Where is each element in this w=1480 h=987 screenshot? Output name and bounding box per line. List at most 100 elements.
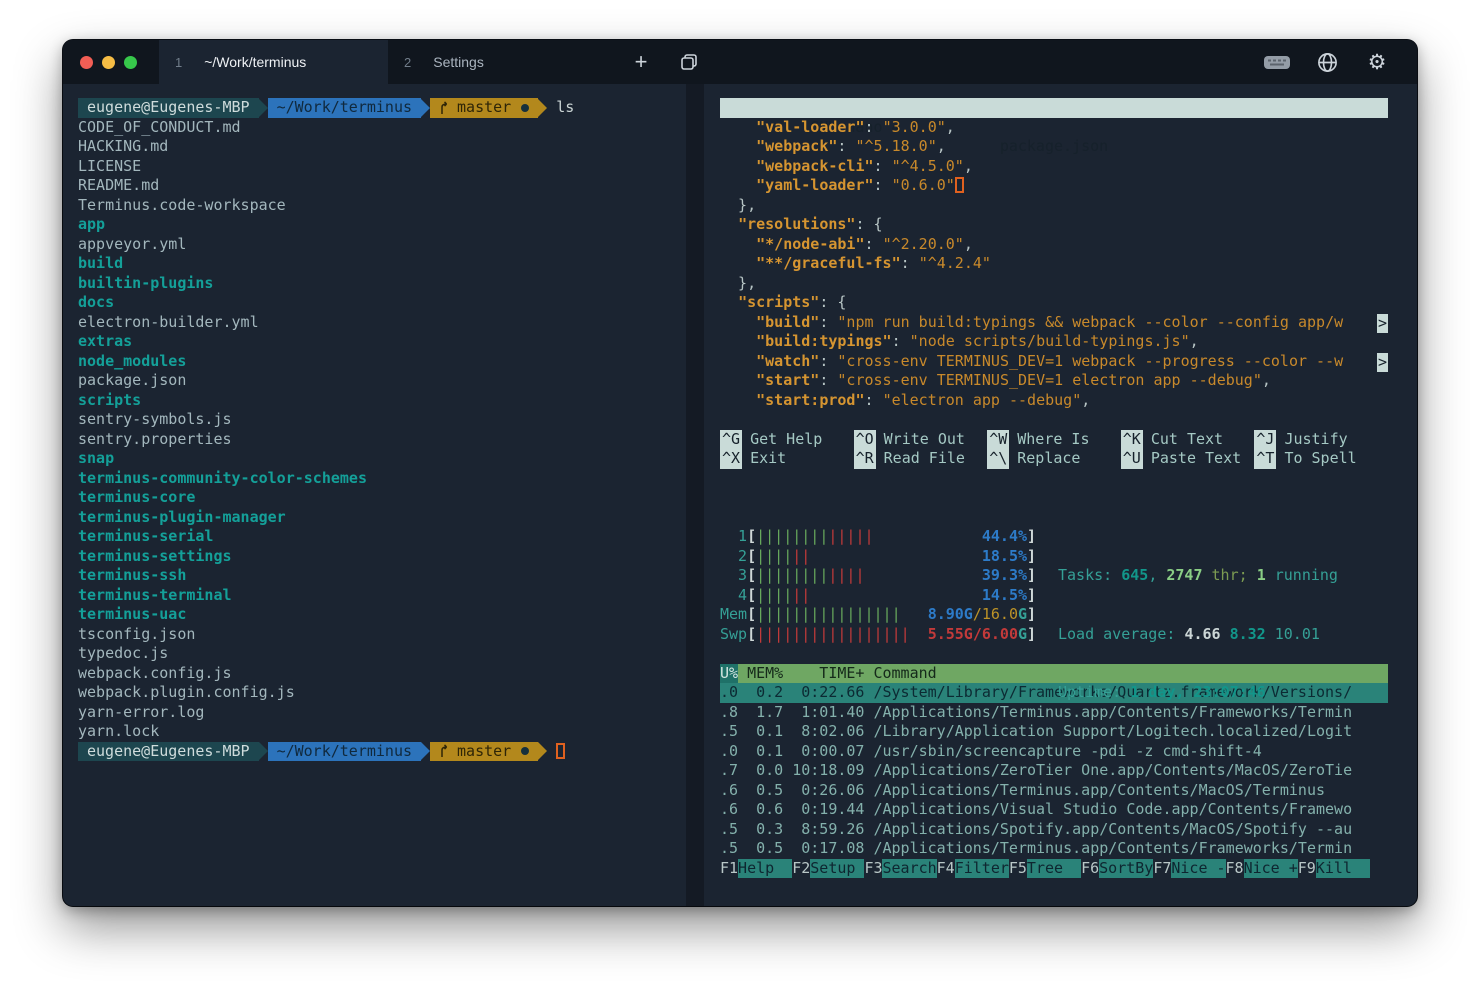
prompt-path-segment: ~/Work/terminus <box>267 741 422 761</box>
nano-shortcut[interactable]: ^O Write Out <box>853 429 988 449</box>
nano-shortcut[interactable]: ^W Where Is <box>987 429 1121 449</box>
htop-meters: 1[||||||||||||| 44.4%] 2[|||||| 18.5%] 3[|||… <box>720 527 1388 701</box>
nano-shortcut[interactable]: ^K Cut Text <box>1120 429 1255 449</box>
nano-shortcut[interactable]: ^X Exit <box>720 449 854 469</box>
nano-titlebar: GNU nano 4.5 package.json <box>720 98 1388 155</box>
fkey-action[interactable]: Help <box>738 858 793 878</box>
process-row[interactable]: .7 0.0 10:18.09/Applications/ZeroTier One.… <box>720 761 1388 781</box>
fkey-action[interactable]: SortBy <box>1099 858 1154 878</box>
file-item-dir: terminus-core <box>78 488 196 506</box>
nano-lines: "val-loader": "3.0.0", "webpack": "^5.18… <box>720 118 1388 411</box>
fkey-number[interactable]: F6 <box>1081 859 1099 879</box>
meter-label: Swp <box>720 624 748 643</box>
tab-terminal[interactable]: 1 ~/Work/terminus <box>159 40 388 84</box>
terminal-content: eugene@Eugenes-MBP ~/Work/terminus maste… <box>63 84 1417 906</box>
fkey-action[interactable]: Kill <box>1315 858 1370 878</box>
branch-name: master <box>457 741 512 760</box>
nano-line: "*/node-abi": "^2.20.0", <box>756 234 973 253</box>
shortcut-label: Justify <box>1284 429 1348 448</box>
process-row[interactable]: .0 0.1 0:00.07/usr/sbin/screencapture -pdi… <box>720 742 1388 762</box>
nano-line: "resolutions": { <box>738 215 883 233</box>
fkey-number[interactable]: F8 <box>1226 859 1244 879</box>
cpu-percentage: 44.4% <box>981 527 1028 545</box>
file-item-dir: terminus-settings <box>78 546 232 565</box>
fkey-number[interactable]: F2 <box>792 859 810 879</box>
file-item-dir: extras <box>78 332 133 350</box>
shortcut-label: Read File <box>883 449 965 467</box>
fkey-action[interactable]: Nice + <box>1243 858 1298 878</box>
tasks-line: Tasks: 645, 2747 thr; 1 running <box>1058 566 1338 584</box>
file-item-dir: snap <box>78 449 115 467</box>
shortcut-label: Get Help <box>750 429 823 448</box>
zoom-button[interactable] <box>124 55 137 69</box>
file-item: typedoc.js <box>78 644 169 662</box>
process-row[interactable]: .6 0.5 0:26.06/Applications/Terminus.app/C… <box>720 781 1388 801</box>
tab-settings[interactable]: 2 Settings <box>388 40 617 84</box>
powerline-arrow-icon <box>258 98 268 117</box>
process-row[interactable]: .5 0.5 0:17.08/Applications/Terminus.app/C… <box>720 839 1388 859</box>
close-button[interactable] <box>80 55 93 69</box>
fkey-action[interactable]: Setup <box>810 858 865 878</box>
terminal-pane-right[interactable]: GNU nano 4.5 package.json "val-loader": … <box>704 84 1417 906</box>
git-branch-icon <box>441 744 448 758</box>
nano-shortcuts-row1: ^G Get Help ^O Write Out ^W Where Is ^K Cut Tex… <box>720 429 1388 449</box>
column-mem[interactable]: MEM% <box>738 664 783 684</box>
nano-shortcut[interactable]: ^\ Replace <box>987 449 1121 469</box>
process-row[interactable]: .6 0.6 0:19.44/Applications/Visual Studio … <box>720 800 1388 820</box>
fkey-action[interactable]: Filter <box>954 858 1009 878</box>
prompt-path-segment: ~/Work/terminus <box>267 98 422 118</box>
prompt-git-segment: master <box>430 741 539 761</box>
cpu-bars: ||||||||||||| 44.4% <box>756 527 1028 545</box>
prompt-git-segment: master <box>430 98 539 118</box>
fkey-number[interactable]: F3 <box>864 859 882 879</box>
globe-icon[interactable] <box>1309 51 1345 74</box>
shortcut-key: ^G <box>720 429 743 449</box>
gear-icon[interactable]: ⚙ <box>1359 50 1395 74</box>
tab-number: 2 <box>404 54 412 70</box>
tab-title: Settings <box>433 54 484 70</box>
nano-shortcut[interactable]: ^G Get Help <box>720 429 854 449</box>
meter-label: 3 <box>738 566 748 584</box>
nano-shortcut[interactable]: ^R Read File <box>853 449 988 469</box>
nano-shortcut[interactable]: ^T To Spell <box>1254 449 1388 469</box>
nano-line: }, <box>720 273 757 292</box>
fkey-action[interactable]: Tree <box>1026 858 1082 878</box>
shell-prompt-bottom: eugene@Eugenes-MBP ~/Work/terminus maste… <box>78 741 686 761</box>
fkey-number[interactable]: F5 <box>1009 859 1027 879</box>
process-row[interactable]: .5 0.3 8:59.26/Applications/Spotify.app/Co… <box>720 820 1388 840</box>
meter-label: 2 <box>738 546 748 565</box>
cpu-percentage: 39.3% <box>981 566 1028 584</box>
shortcut-label: Where Is <box>1017 429 1090 448</box>
tab-number: 1 <box>175 54 183 70</box>
terminal-pane-left[interactable]: eugene@Eugenes-MBP ~/Work/terminus maste… <box>63 84 686 906</box>
nano-shortcut[interactable]: ^U Paste Text <box>1120 449 1255 469</box>
column-time[interactable]: TIME+ <box>783 664 864 684</box>
cpu-percentage: 18.5% <box>981 546 1028 565</box>
nano-line: "start": "cross-env TERMINUS_DEV=1 elect… <box>756 371 1271 389</box>
fkey-number[interactable]: F7 <box>1153 859 1171 879</box>
line-continuation-marker: > <box>1376 313 1388 333</box>
prompt-user-segment: eugene@Eugenes-MBP <box>78 98 259 118</box>
split-panes-icon[interactable] <box>665 40 713 84</box>
terminus-window: 1 ~/Work/terminus 2 Settings + ⚙ eugene@… <box>63 40 1417 906</box>
file-item: README.md <box>78 176 160 194</box>
memory-bars: |||||||||||||||| <box>756 605 901 623</box>
shortcut-key: ^W <box>987 429 1010 449</box>
fkey-action[interactable]: Search <box>882 858 937 878</box>
fkey-action[interactable]: Nice - <box>1171 858 1226 878</box>
keyboard-icon[interactable] <box>1259 55 1295 70</box>
traffic-lights <box>63 40 159 84</box>
fkey-number[interactable]: F4 <box>937 859 955 879</box>
nano-shortcuts-row2: ^X Exit ^R Read File ^\ Replace ^U Paste Text ^T… <box>720 449 1388 469</box>
nano-shortcut[interactable]: ^J Justify <box>1254 429 1388 449</box>
pane-divider[interactable] <box>686 84 704 906</box>
nano-line: "webpack": "^5.18.0", <box>756 137 946 155</box>
minimize-button[interactable] <box>102 55 115 69</box>
new-tab-button[interactable]: + <box>617 40 665 84</box>
fkey-number[interactable]: F1 <box>720 859 738 879</box>
column-cpu[interactable]: U% <box>720 663 738 683</box>
fkey-number[interactable]: F9 <box>1298 859 1316 879</box>
cpu-bars: |||||||||||| 39.3% <box>756 566 1028 584</box>
load-average-line: Load average: 4.66 8.32 10.01 <box>1058 624 1320 643</box>
file-item-dir: terminus-uac <box>78 605 187 623</box>
